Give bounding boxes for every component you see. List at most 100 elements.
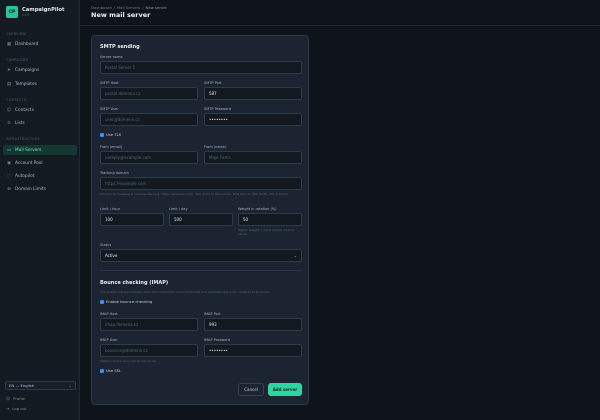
sidebar-item-label: Account Pool: [15, 160, 43, 166]
smtp-port-input[interactable]: 587: [204, 87, 302, 100]
limit-hour-input[interactable]: 100: [100, 213, 164, 226]
imap-port-input[interactable]: 993: [204, 318, 302, 331]
weight-input[interactable]: 50: [238, 213, 302, 226]
logout-link[interactable]: ⇥ Log out: [6, 406, 27, 411]
weight-value: 50: [243, 217, 249, 222]
imap-host-label: IMAP Host: [100, 312, 118, 316]
sidebar-item-account-pool[interactable]: ◉ Account Pool: [3, 158, 77, 168]
sidebar-item-domain-limits[interactable]: ⊕ Domain Limits: [3, 184, 77, 194]
smtp-user-label: SMTP User: [100, 107, 119, 111]
bounce-heading: Bounce checking (IMAP): [100, 280, 169, 286]
template-icon: ▤: [6, 81, 12, 87]
use-tls-checkbox[interactable]: ✓ Use TLS: [100, 132, 121, 137]
from-name-label: From (name): [204, 145, 227, 149]
section-divider: [100, 270, 302, 271]
imap-user-input[interactable]: bounces@domena.cz: [100, 344, 198, 357]
limit-hour-value: 100: [105, 217, 113, 222]
server-name-label: Server name: [100, 55, 123, 59]
from-email-label: From (email): [100, 145, 123, 149]
page-header: Dashboard / Mail Servers / New server Ne…: [80, 0, 600, 26]
limit-day-label: Limit / day: [169, 207, 188, 211]
imap-user-placeholder: bounces@domena.cz: [105, 348, 148, 353]
server-name-input[interactable]: Postal Server 1: [100, 61, 302, 74]
smtp-port-label: SMTP Port: [204, 81, 222, 85]
from-email-placeholder: noreply@example.com: [105, 155, 152, 160]
smtp-password-label: SMTP Password: [204, 107, 231, 111]
sidebar-item-label: Campaigns: [15, 67, 40, 73]
app-version: v1.0: [22, 13, 30, 17]
smtp-password-value: ••••••••: [209, 117, 228, 122]
chevron-down-icon: ⌄: [68, 383, 72, 388]
tracking-domain-input[interactable]: https://example.com: [100, 177, 302, 190]
page-title: New mail server: [91, 11, 151, 19]
imap-password-input[interactable]: ••••••••: [204, 344, 302, 357]
sidebar-item-label: Domain Limits: [15, 186, 46, 192]
status-label: Status: [100, 243, 112, 247]
checkbox-checked-icon: ✓: [100, 299, 104, 304]
app-logo: CP: [6, 6, 18, 18]
section-campaigns: CAMPAIGNS: [6, 58, 29, 62]
server-form-card: SMTP sending Server name Postal Server 1…: [91, 35, 309, 405]
sidebar-item-mail-servers[interactable]: ▭ Mail Servers: [3, 145, 77, 155]
limit-day-input[interactable]: 500: [169, 213, 233, 226]
breadcrumb: Dashboard / Mail Servers / New server: [91, 5, 167, 10]
sidebar-item-label: Dashboard: [15, 41, 39, 47]
breadcrumb-mail-servers[interactable]: Mail Servers: [117, 5, 140, 10]
from-name-input[interactable]: Moje Firma: [204, 151, 302, 164]
imap-password-label: IMAP Password: [204, 338, 231, 342]
sidebar-item-campaigns[interactable]: ➤ Campaigns: [3, 65, 77, 75]
imap-port-label: IMAP Port: [204, 312, 221, 316]
enable-bounce-label: Enable bounce checking: [106, 299, 153, 304]
use-tls-label: Use TLS: [106, 132, 122, 137]
weight-hint: Higher weight = more emails via this ser…: [238, 228, 294, 236]
sidebar-item-label: Mail Servers: [15, 147, 42, 153]
use-ssl-checkbox[interactable]: ✓ Use SSL: [100, 368, 121, 373]
sidebar-item-lists[interactable]: ≡ Lists: [3, 118, 77, 128]
user-icon: ☺: [6, 107, 12, 113]
imap-user-label: IMAP User: [100, 338, 118, 342]
section-contacts: CONTACTS: [6, 98, 27, 102]
limit-hour-label: Limit / hour: [100, 207, 121, 211]
smtp-host-placeholder: postal.domena.cz: [105, 91, 141, 96]
from-email-input[interactable]: noreply@example.com: [100, 151, 198, 164]
breadcrumb-dashboard[interactable]: Dashboard: [91, 5, 112, 10]
sidebar-item-contacts[interactable]: ☺ Contacts: [3, 105, 77, 115]
sidebar-item-templates[interactable]: ▤ Templates: [3, 79, 77, 89]
breadcrumb-current: New server: [145, 5, 168, 10]
sidebar-item-autopilot[interactable]: ◌ Autopilot: [3, 171, 77, 181]
brand[interactable]: CP CampaignPilot v1.0: [6, 6, 65, 18]
cancel-button[interactable]: Cancel: [238, 383, 264, 396]
sidebar-item-dashboard[interactable]: ▦ Dashboard: [3, 39, 77, 49]
smtp-host-input[interactable]: postal.domena.cz: [100, 87, 198, 100]
logout-icon: ⇥: [6, 406, 10, 411]
logout-label: Log out: [12, 406, 27, 411]
sidebar-item-label: Lists: [15, 120, 25, 126]
smtp-heading: SMTP sending: [100, 44, 140, 50]
profile-link[interactable]: ☺ Profile: [6, 396, 25, 401]
checkbox-checked-icon: ✓: [100, 132, 104, 137]
tracking-domain-label: Tracking domain: [100, 171, 129, 175]
chevron-down-icon: ⌄: [293, 253, 297, 258]
status-select[interactable]: Active ⌄: [100, 249, 302, 262]
domain-icon: ⊕: [7, 186, 11, 192]
checkbox-checked-icon: ✓: [100, 368, 104, 373]
section-infrastructure: INFRASTRUCTURE: [6, 137, 40, 141]
section-overview: OVERVIEW: [6, 32, 26, 36]
add-server-button[interactable]: Add server: [268, 383, 302, 396]
smtp-password-input[interactable]: ••••••••: [204, 113, 302, 126]
weight-label: Weight in rotation (%): [238, 207, 277, 211]
imap-host-input[interactable]: imap.domena.cz: [100, 318, 198, 331]
smtp-port-value: 587: [209, 91, 217, 96]
language-select[interactable]: EN — English ⌄: [5, 381, 76, 390]
from-name-placeholder: Moje Firma: [209, 155, 231, 160]
smtp-host-label: SMTP Host: [100, 81, 119, 85]
autopilot-icon: ◌: [7, 173, 11, 179]
smtp-user-input[interactable]: user@domena.cz: [100, 113, 198, 126]
imap-host-placeholder: imap.domena.cz: [105, 322, 139, 327]
bounce-description: The system will periodically check this …: [100, 290, 270, 294]
imap-password-value: ••••••••: [209, 348, 228, 353]
enable-bounce-checkbox[interactable]: ✓ Enable bounce checking: [100, 299, 152, 304]
pool-icon: ◉: [7, 160, 11, 166]
use-ssl-label: Use SSL: [106, 368, 122, 373]
profile-label: Profile: [13, 396, 25, 401]
